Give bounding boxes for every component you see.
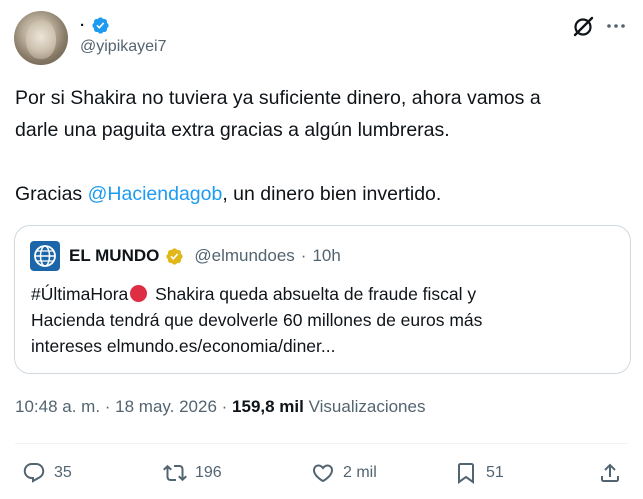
bookmark-button[interactable]: 51 <box>454 458 504 488</box>
display-name[interactable]: · <box>80 17 85 34</box>
quoted-line-2: Hacienda tendrá que devolverle 60 millon… <box>31 310 483 330</box>
views-label: Visualizaciones <box>303 397 426 416</box>
share-button[interactable] <box>598 458 622 488</box>
gold-verified-badge-icon <box>166 247 183 265</box>
repost-icon <box>163 464 187 482</box>
action-bar: 35 196 2 mil 51 <box>0 458 643 488</box>
tweet-date[interactable]: 18 may. 2026 <box>115 397 217 416</box>
bookmark-count: 51 <box>486 464 504 481</box>
more-button[interactable] <box>604 14 628 38</box>
share-icon <box>601 463 619 482</box>
author-row: · <box>80 15 110 35</box>
author-handle[interactable]: @yipikayei7 <box>80 38 167 56</box>
tweet-meta: 10:48 a. m. · 18 may. 2026 · 159,8 mil V… <box>15 397 425 417</box>
quoted-separator: · <box>300 246 307 265</box>
quoted-display-name: EL MUNDO <box>69 246 160 265</box>
avatar[interactable] <box>14 11 68 65</box>
repost-count: 196 <box>195 464 222 481</box>
grok-button[interactable] <box>570 14 596 40</box>
quoted-timestamp: 10h <box>312 246 341 265</box>
meta-separator: · <box>216 397 233 416</box>
reply-count: 35 <box>54 464 72 481</box>
verified-badge-icon <box>92 16 109 34</box>
tweet-line-3-suffix: , un dinero bien invertido. <box>222 183 442 205</box>
hashtag: #ÚltimaHora <box>31 284 129 304</box>
quoted-tweet[interactable]: EL MUNDO @elmundoes · 10h #ÚltimaHora Sh… <box>14 225 631 374</box>
globe-icon <box>34 245 56 267</box>
like-button[interactable]: 2 mil <box>311 458 377 488</box>
quoted-line-3: intereses elmundo.es/economia/diner... <box>31 336 336 356</box>
tweet-line-3-prefix: Gracias <box>15 183 88 205</box>
reply-icon <box>23 463 45 483</box>
tweet-line-3: Gracias @Haciendagob, un dinero bien inv… <box>15 178 627 210</box>
more-icon <box>607 24 625 28</box>
tweet-text: Por si Shakira no tuviera ya suficiente … <box>15 82 627 210</box>
meta-separator: · <box>100 397 116 416</box>
divider <box>15 443 628 444</box>
tweet-time[interactable]: 10:48 a. m. <box>15 397 100 416</box>
grok-icon <box>573 16 594 37</box>
tweet-blank-line <box>15 146 627 178</box>
quoted-text: #ÚltimaHora Shakira queda absuelta de fr… <box>31 281 621 359</box>
tweet-line-2: darle una paguita extra gracias a algún … <box>15 119 450 141</box>
bookmark-icon <box>458 463 474 484</box>
red-circle-emoji-icon <box>130 285 148 302</box>
views-count[interactable]: 159,8 mil <box>232 397 304 416</box>
heart-icon <box>312 464 334 483</box>
quoted-avatar <box>30 241 60 271</box>
repost-button[interactable]: 196 <box>163 458 222 488</box>
mention-link[interactable]: @Haciendagob <box>88 183 223 205</box>
quoted-tweet-header: EL MUNDO @elmundoes · 10h <box>30 241 341 271</box>
quoted-handle: @elmundoes <box>194 246 295 265</box>
tweet-line-1: Por si Shakira no tuviera ya suficiente … <box>15 87 541 109</box>
quoted-line-1-text: Shakira queda absuelta de fraude fiscal … <box>150 284 477 304</box>
quoted-line-1: #ÚltimaHora Shakira queda absuelta de fr… <box>31 281 621 307</box>
like-count: 2 mil <box>343 464 377 481</box>
reply-button[interactable]: 35 <box>22 458 72 488</box>
